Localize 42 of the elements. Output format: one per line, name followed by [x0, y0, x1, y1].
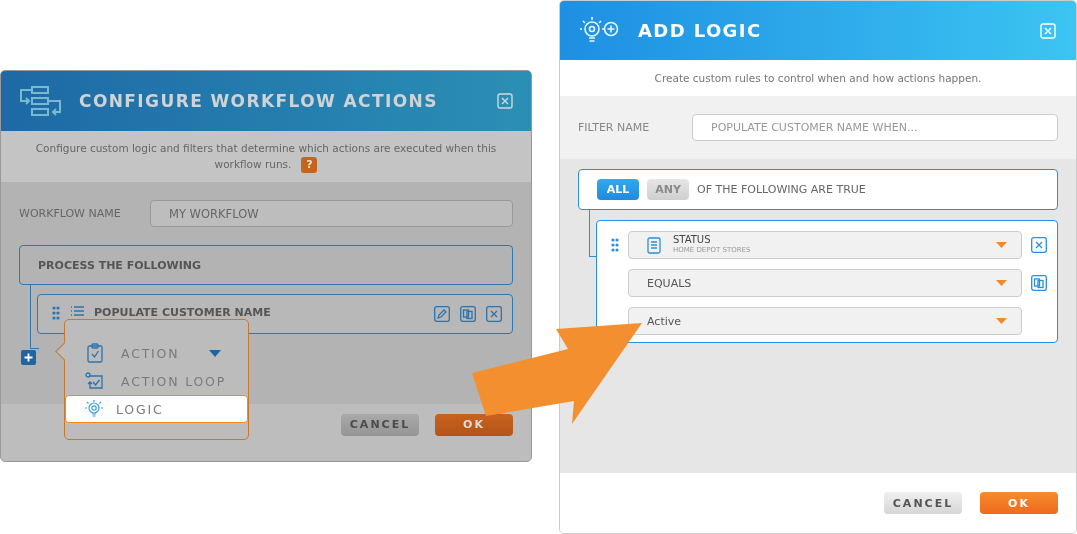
close-icon[interactable] [486, 306, 502, 322]
menu-item[interactable]: ACTION LOOP [65, 367, 248, 395]
field-label: FILTER NAME [578, 121, 651, 134]
cancel-button[interactable]: CANCEL [341, 413, 419, 436]
group-title: PROCESS THE FOLLOWING [38, 258, 201, 272]
caret-icon [996, 242, 1007, 248]
edit-icon[interactable] [434, 306, 450, 322]
dialog-description: Create custom rules to control when and how actions happen. [654, 72, 982, 84]
caret-icon[interactable] [209, 349, 222, 357]
add-icon[interactable] [21, 350, 36, 365]
clipboard-check-icon [85, 343, 105, 363]
caret-icon [996, 318, 1007, 324]
operator-select[interactable]: EQUALS [628, 269, 1022, 297]
close-icon[interactable] [1031, 237, 1047, 253]
field-label: WORKFLOW NAME [19, 207, 122, 220]
workflow-name-field[interactable]: MY WORKFLOW [150, 200, 513, 227]
help-badge[interactable]: ? [301, 157, 318, 173]
document-icon [647, 236, 661, 254]
match-text: OF THE FOLLOWING ARE TRUE [697, 183, 866, 196]
list-icon [70, 306, 84, 316]
dialog-description: Configure custom logic and filters that determine which actions are executed when this workflow runs. ? [34, 141, 498, 173]
cancel-button[interactable]: CANCEL [884, 492, 962, 514]
toggle-button[interactable]: ANY [647, 179, 689, 200]
dialog-title: ADD LOGIC [638, 20, 763, 41]
workflow-icon [19, 85, 63, 117]
ok-button[interactable]: OK [980, 492, 1058, 514]
lightbulb-icon [84, 399, 104, 419]
action-label: POPULATE CUSTOMER NAME [94, 306, 271, 319]
loop-check-icon [85, 372, 105, 390]
drag-handle-icon[interactable] [52, 306, 60, 320]
menu-item[interactable]: ACTION [65, 339, 248, 367]
menu-item[interactable]: LOGIC [65, 395, 248, 423]
drag-handle-icon[interactable] [611, 238, 619, 252]
dialog-title: CONFIGURE WORKFLOW ACTIONS [79, 91, 439, 111]
select-value: STATUS [673, 234, 712, 245]
caret-icon [996, 280, 1007, 286]
toggle-button[interactable]: ALL [597, 179, 639, 200]
ok-button[interactable]: OK [435, 413, 513, 436]
value-select[interactable]: Active [628, 307, 1022, 335]
copy-icon[interactable] [460, 306, 476, 322]
copy-icon[interactable] [1031, 275, 1047, 291]
filter-name-field[interactable]: POPULATE CUSTOMER NAME WHEN... [692, 114, 1058, 141]
